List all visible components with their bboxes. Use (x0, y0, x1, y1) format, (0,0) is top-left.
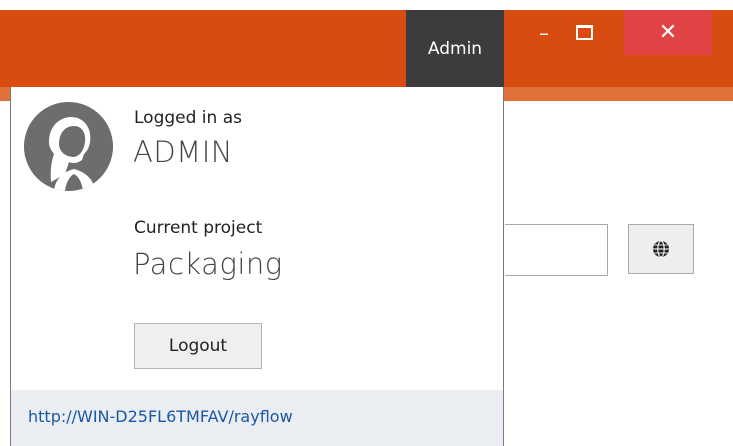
popup-footer: http://WIN-D25FL6TMFAV/rayflow (11, 390, 503, 446)
user-avatar-icon (24, 102, 113, 191)
username: ADMIN (133, 135, 233, 169)
globe-button[interactable] (628, 224, 694, 274)
close-button[interactable]: ✕ (624, 10, 712, 55)
user-menu-button[interactable]: Admin (406, 10, 504, 87)
minimize-icon: – (539, 20, 549, 45)
logout-label: Logout (168, 336, 228, 356)
minimize-button[interactable]: – (528, 10, 560, 55)
logout-button[interactable]: Logout (134, 323, 262, 369)
server-url-link[interactable]: http://WIN-D25FL6TMFAV/rayflow (28, 407, 293, 426)
close-icon: ✕ (658, 20, 678, 45)
logged-in-label: Logged in as (134, 108, 242, 128)
url-input[interactable] (505, 224, 608, 276)
project-name: Packaging (133, 247, 283, 281)
user-menu-label: Admin (427, 38, 483, 59)
maximize-button[interactable] (563, 10, 605, 55)
maximize-icon (575, 25, 593, 40)
user-popup: Logged in as ADMIN Current project Packa… (10, 87, 504, 446)
globe-icon (653, 240, 669, 258)
project-label: Current project (134, 218, 263, 238)
